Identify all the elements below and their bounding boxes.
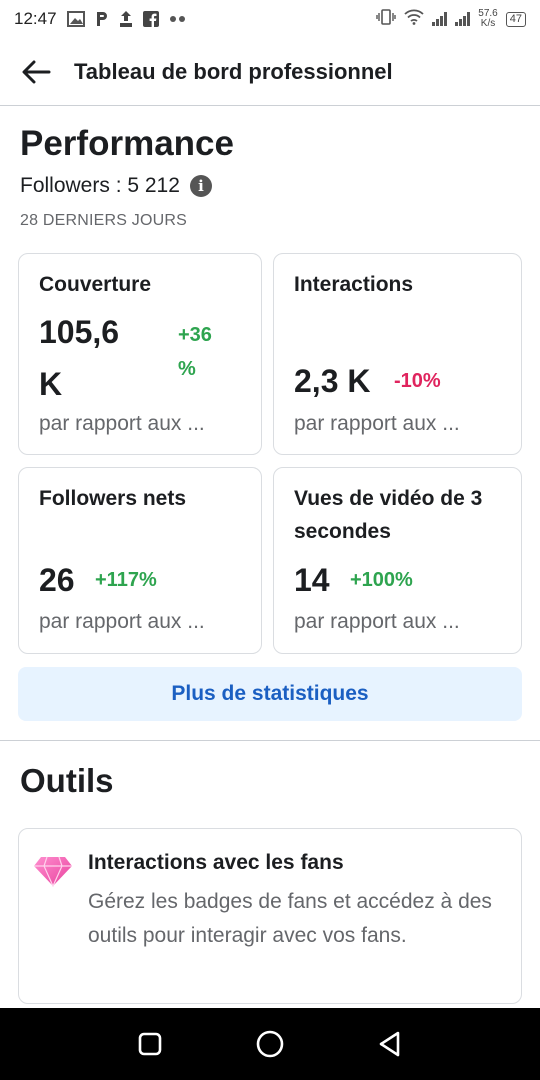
card-change: +36 % xyxy=(178,324,212,380)
card-label: Couverture xyxy=(39,273,152,296)
signal-icon-2 xyxy=(455,12,471,26)
tool-description: Gérez les badges de fans et accédez à de… xyxy=(88,890,492,947)
card-value: 2,3 K xyxy=(294,363,371,399)
card-change: -10% xyxy=(394,370,441,392)
period-label: 28 DERNIERS JOURS xyxy=(20,212,187,229)
card-change: +117% xyxy=(95,569,157,591)
navigation-bar xyxy=(0,1008,540,1080)
circle-icon xyxy=(256,1030,284,1058)
card-value: 14 xyxy=(294,562,330,598)
diamond-icon xyxy=(34,856,72,887)
back-arrow-icon xyxy=(22,60,51,83)
tool-title: Interactions avec les fans xyxy=(88,851,344,874)
more-dots-icon xyxy=(169,15,187,23)
tools-title: Outils xyxy=(20,762,114,799)
followers-count: Followers : 5 212 i xyxy=(20,174,212,198)
interactions-card[interactable]: Interactions 2,3 K -10% par rapport aux … xyxy=(273,253,522,455)
section-divider xyxy=(0,740,540,741)
status-bar: 12:47 57.6 K/s 47 xyxy=(0,0,540,38)
card-compare: par rapport aux ... xyxy=(294,610,460,633)
p-icon xyxy=(95,11,109,27)
image-icon xyxy=(66,11,85,27)
video-views-card[interactable]: Vues de vidéo de 3 secondes 14 +100% par… xyxy=(273,467,522,654)
triangle-back-icon xyxy=(379,1031,400,1057)
home-button[interactable] xyxy=(250,1024,290,1064)
card-compare: par rapport aux ... xyxy=(39,610,205,633)
wifi-icon xyxy=(404,9,424,30)
card-change: +100% xyxy=(350,569,413,591)
network-speed: 57.6 K/s xyxy=(478,8,498,29)
card-value: 26 xyxy=(39,562,75,598)
card-label: Vues de vidéo de 3 secondes xyxy=(294,487,483,543)
vibrate-icon xyxy=(376,8,396,30)
upload-icon xyxy=(119,10,133,28)
info-icon[interactable]: i xyxy=(189,175,212,197)
back-button[interactable] xyxy=(18,54,54,90)
card-value: 105,6 K xyxy=(39,314,120,402)
followers-label: Followers : 5 212 xyxy=(20,174,180,197)
more-stats-button[interactable]: Plus de statistiques xyxy=(18,667,522,721)
back-nav-button[interactable] xyxy=(370,1024,410,1064)
status-time: 12:47 xyxy=(14,9,57,28)
card-label: Followers nets xyxy=(39,487,187,510)
facebook-icon xyxy=(142,11,159,27)
battery-icon: 47 xyxy=(505,11,526,27)
card-compare: par rapport aux ... xyxy=(39,412,205,435)
fan-interactions-card[interactable]: Interactions avec les fans Gérez les bad… xyxy=(18,828,522,1004)
reach-card[interactable]: Couverture 105,6 K +36 % par rapport aux… xyxy=(18,253,262,455)
performance-title: Performance xyxy=(20,124,234,163)
square-icon xyxy=(138,1032,162,1056)
page-title: Tableau de bord professionnel xyxy=(74,58,393,84)
net-followers-card[interactable]: Followers nets 26 +117% par rapport aux … xyxy=(18,467,262,654)
card-label: Interactions xyxy=(294,273,414,296)
recent-apps-button[interactable] xyxy=(130,1024,170,1064)
signal-icon xyxy=(432,12,448,26)
card-compare: par rapport aux ... xyxy=(294,412,460,435)
app-header: Tableau de bord professionnel xyxy=(0,38,540,106)
